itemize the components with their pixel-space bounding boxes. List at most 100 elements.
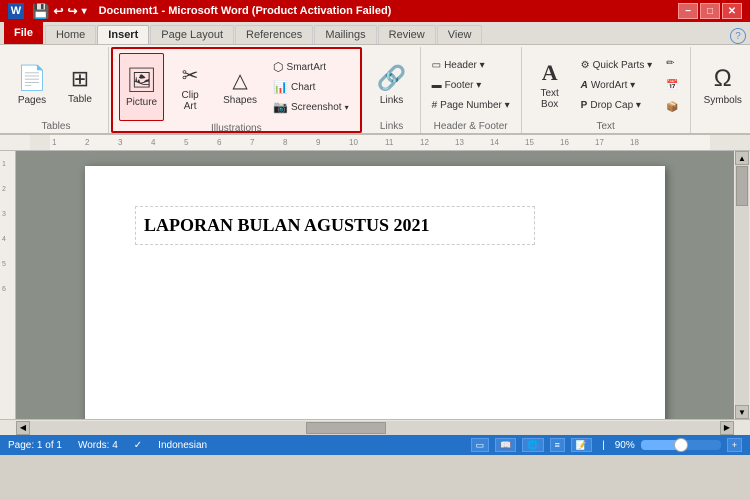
ruler-marker-2: 2 [85,138,89,147]
textbox-button[interactable]: A TextBox [528,51,572,119]
smartart-icon: ⬡ [273,60,283,74]
web-layout-btn[interactable]: 🌐 [522,438,543,452]
zoom-level: 90% [615,440,635,451]
corner-box [734,420,750,435]
tab-references[interactable]: References [235,25,313,44]
status-left: Page: 1 of 1 Words: 4 ✓ Indonesian [8,440,207,451]
scroll-left-button[interactable]: ◀ [16,421,30,435]
tab-view[interactable]: View [437,25,483,44]
tab-page-layout[interactable]: Page Layout [150,25,234,44]
picture-button[interactable]: 🖼 Picture [119,53,164,121]
ruler-marker-10: 10 [349,138,358,147]
pages-icon: 📄 [17,64,47,93]
ruler-content: 1 2 3 4 5 6 7 8 9 10 11 12 13 14 15 16 1… [30,135,750,150]
close-button[interactable]: ✕ [722,3,742,19]
quickparts-button[interactable]: ⚙ Quick Parts ▾ [576,56,657,74]
symbols-group-label [697,129,749,131]
zoom-slider[interactable] [641,440,721,450]
title-text: Document1 - Microsoft Word (Product Acti… [99,5,392,17]
minimize-button[interactable]: − [678,3,698,19]
wordart-icon: A [581,80,588,91]
scroll-right-button[interactable]: ▶ [720,421,734,435]
symbols-button[interactable]: Ω Symbols [697,51,749,119]
full-reading-btn[interactable]: 📖 [495,438,516,452]
header-button[interactable]: ▭ Header ▾ [427,56,515,74]
word-logo: W [8,3,24,19]
symbols-icon: Ω [714,65,732,93]
zoom-separator: | [602,440,605,451]
object-button[interactable]: 📦 [661,98,683,116]
links-items: 🔗 Links [370,49,414,121]
document-page: LAPORAN BULAN AGUSTUS 2021 [85,166,665,419]
ribbon: 📄 Pages ⊞ Table Tables 🖼 Picture ✂ [0,45,750,135]
outline-btn[interactable]: ≡ [550,438,565,452]
footer-button[interactable]: ▬ Footer ▾ [427,76,515,94]
ruler-marker-18: 18 [630,138,639,147]
clipart-icon: ✂ [182,63,199,88]
file-menu[interactable]: File [4,22,43,44]
title-controls: − □ ✕ [678,3,742,19]
quick-access-undo[interactable]: ↩ [53,4,63,18]
pages-label: Pages [18,95,46,106]
signature-line-button[interactable]: ✏ [661,54,683,72]
scroll-thumb-v[interactable] [736,166,748,206]
tables-items: 📄 Pages ⊞ Table [10,49,102,121]
restore-button[interactable]: □ [700,3,720,19]
draft-btn[interactable]: 📝 [571,438,592,452]
ribbon-tabs: File Home Insert Page Layout References … [0,22,750,45]
doc-area: 1 2 3 4 5 6 LAPORAN BULAN AGUSTUS 2021 ▲… [0,151,750,419]
ribbon-group-links: 🔗 Links Links [364,47,421,133]
quick-access-redo[interactable]: ↪ [68,4,78,18]
tab-review[interactable]: Review [378,25,436,44]
links-button[interactable]: 🔗 Links [370,51,414,119]
scrollbar-h-thumb[interactable] [306,422,386,434]
dropcap-button[interactable]: P Drop Cap ▾ [576,96,657,114]
ruler-marker-4: 4 [151,138,155,147]
v-ruler-5: 5 [2,261,6,268]
text-group-label: Text [528,121,684,134]
ribbon-group-text: A TextBox ⚙ Quick Parts ▾ A WordArt ▾ P … [522,47,691,133]
check-icon: ✓ [134,440,142,451]
document-title[interactable]: LAPORAN BULAN AGUSTUS 2021 [135,206,535,245]
status-right: ▭ 📖 🌐 ≡ 📝 | 90% + [471,438,742,452]
date-time-button[interactable]: 📅 [661,76,683,94]
print-layout-btn[interactable]: ▭ [471,438,490,452]
ribbon-group-illustrations: 🖼 Picture ✂ ClipArt △ Shapes ⬡ SmartArt [111,47,362,133]
footer-icon: ▬ [432,80,442,91]
header-label: Header ▾ [444,60,485,71]
tab-home[interactable]: Home [45,25,96,44]
ruler-marker-5: 5 [184,138,188,147]
page-number-label: Page Number ▾ [440,100,510,111]
table-icon: ⊞ [71,66,89,92]
wordart-button[interactable]: A WordArt ▾ [576,76,657,94]
scrollbar-h-row: ◀ ▶ [16,420,734,435]
chart-label: Chart [291,82,315,93]
tables-group-label: Tables [10,121,102,134]
help-icon[interactable]: ? [730,28,746,44]
page-number-button[interactable]: # Page Number ▾ [427,96,515,114]
smartart-button[interactable]: ⬡ SmartArt [268,58,354,76]
scroll-up-button[interactable]: ▲ [735,151,749,165]
language: Indonesian [158,440,207,451]
table-label: Table [68,94,92,105]
ribbon-group-header-footer: ▭ Header ▾ ▬ Footer ▾ # Page Number ▾ He… [421,47,522,133]
zoom-slider-thumb[interactable] [674,438,688,452]
screenshot-button[interactable]: 📷 Screenshot ▾ [268,98,354,116]
quickparts-label: Quick Parts ▾ [593,60,652,71]
clipart-button[interactable]: ✂ ClipArt [168,53,212,121]
ruler-horizontal: 1 2 3 4 5 6 7 8 9 10 11 12 13 14 15 16 1… [0,135,750,151]
ruler-marker-7: 7 [250,138,254,147]
tab-insert[interactable]: Insert [97,25,149,44]
scroll-down-button[interactable]: ▼ [735,405,749,419]
chart-button[interactable]: 📊 Chart [268,78,354,96]
ruler-marker-1: 1 [52,138,56,147]
zoom-in-btn[interactable]: + [727,438,742,452]
shapes-button[interactable]: △ Shapes [216,53,264,121]
quick-access-save[interactable]: 💾 [32,3,49,20]
chart-icon: 📊 [273,80,288,94]
links-group-label: Links [370,121,414,134]
table-button[interactable]: ⊞ Table [58,51,102,119]
tab-mailings[interactable]: Mailings [314,25,376,44]
quick-access-more[interactable]: ▾ [82,6,87,17]
pages-button[interactable]: 📄 Pages [10,51,54,119]
